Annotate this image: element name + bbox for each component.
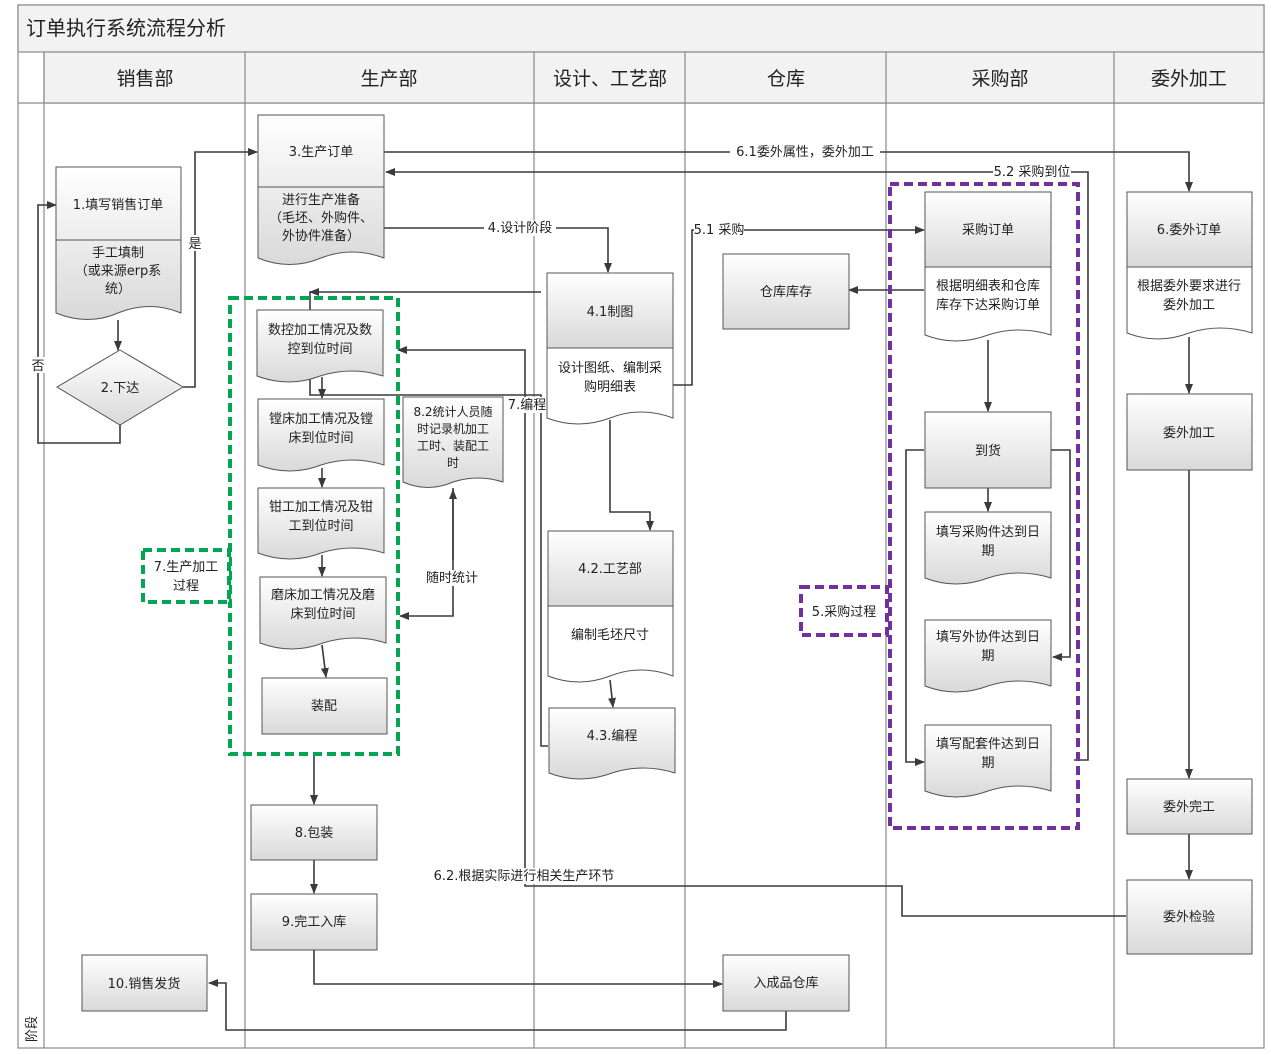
svg-text:工到位时间: 工到位时间 — [288, 519, 353, 534]
lane-purchasing: 采购部 — [971, 68, 1028, 90]
lane-production: 生产部 — [360, 68, 417, 90]
svg-text:装配: 装配 — [311, 699, 337, 714]
svg-text:设计图纸、编制采: 设计图纸、编制采 — [558, 361, 662, 376]
svg-text:期: 期 — [981, 756, 994, 771]
svg-text:（或来源erp系: （或来源erp系 — [75, 264, 162, 279]
svg-text:到货: 到货 — [975, 443, 1001, 459]
label-production-process: 7.生产加工 过程 — [141, 548, 231, 604]
lane-sales: 销售部 — [116, 68, 173, 90]
svg-text:镗床加工情况及镗: 镗床加工情况及镗 — [269, 412, 373, 427]
node-sales-shipping[interactable]: 10.销售发货 — [81, 954, 208, 1012]
lane-design: 设计、工艺部 — [553, 68, 667, 90]
node-finished-warehouse[interactable]: 入成品仓库 — [722, 954, 850, 1012]
svg-text:9.完工入库: 9.完工入库 — [282, 914, 346, 930]
svg-text:统）: 统） — [105, 282, 131, 297]
svg-text:1.填写销售订单: 1.填写销售订单 — [73, 197, 163, 213]
svg-text:编制毛坯尺寸: 编制毛坯尺寸 — [571, 628, 649, 643]
label-per-actual: 6.2.根据实际进行相关生产环节 — [434, 869, 615, 884]
node-fill-kit-date[interactable]: 填写配套件达到日 期 — [924, 724, 1052, 798]
svg-text:床到位时间: 床到位时间 — [290, 607, 355, 622]
label-purchase-arrived: 5.2 采购到位 — [994, 164, 1071, 180]
svg-text:填写配套件达到日: 填写配套件达到日 — [936, 736, 1040, 752]
node-drawing[interactable]: 4.1制图 设计图纸、编制采 购明细表 — [546, 272, 674, 425]
label-outsourcing: 6.1委外属性，委外加工 — [736, 145, 874, 160]
svg-text:4.2.工艺部: 4.2.工艺部 — [578, 562, 642, 577]
svg-text:填写外协件达到日: 填写外协件达到日 — [936, 630, 1040, 645]
node-fill-sales-order[interactable]: 1.填写销售订单 手工填制 （或来源erp系 统） — [55, 166, 182, 320]
svg-text:10.销售发货: 10.销售发货 — [108, 976, 181, 992]
node-outsourcing-complete[interactable]: 委外完工 — [1126, 778, 1253, 835]
lane-outsourcing: 委外加工 — [1151, 68, 1227, 90]
label-design-phase: 4.设计阶段 — [488, 221, 552, 236]
node-warehouse-stock[interactable]: 仓库库存 — [722, 253, 850, 330]
node-grinding[interactable]: 磨床加工情况及磨 床到位时间 — [259, 576, 387, 650]
svg-text:委外加工: 委外加工 — [1163, 298, 1215, 313]
node-packaging[interactable]: 8.包装 — [250, 804, 378, 861]
svg-text:填写采购件达到日: 填写采购件达到日 — [936, 524, 1040, 540]
node-outsourcing-inspection[interactable]: 委外检验 — [1126, 879, 1253, 955]
svg-text:手工填制: 手工填制 — [92, 246, 144, 261]
node-fitter[interactable]: 钳工加工情况及钳 工到位时间 — [257, 487, 385, 560]
svg-text:数控加工情况及数: 数控加工情况及数 — [268, 323, 372, 338]
swimlane-frame — [17, 4, 1265, 1049]
phase-label: 阶段 — [25, 1016, 40, 1042]
label-purchasing-process: 5.采购过程 — [799, 585, 889, 637]
node-fill-outsourced-date[interactable]: 填写外协件达到日 期 — [924, 619, 1052, 693]
svg-text:采购订单: 采购订单 — [962, 222, 1014, 238]
flowchart: 订单执行系统流程分析 阶段 销售部 生产部 设计、工艺部 仓库 采购部 委外加工 — [17, 4, 1265, 1049]
node-completed-storage[interactable]: 9.完工入库 — [250, 893, 378, 951]
svg-text:外协件准备）: 外协件准备） — [282, 228, 360, 244]
node-arrival[interactable]: 到货 — [924, 411, 1052, 489]
svg-text:磨床加工情况及磨: 磨床加工情况及磨 — [271, 588, 375, 603]
node-assembly[interactable]: 装配 — [261, 677, 388, 735]
lane-warehouse: 仓库 — [767, 68, 805, 90]
svg-text:委外检验: 委外检验 — [1163, 909, 1215, 925]
node-outsourced-processing[interactable]: 委外加工 — [1126, 393, 1253, 471]
svg-text:根据委外要求进行: 根据委外要求进行 — [1137, 279, 1241, 294]
svg-text:5.采购过程: 5.采购过程 — [812, 604, 876, 620]
svg-text:（毛坯、外购件、: （毛坯、外购件、 — [269, 210, 373, 226]
svg-text:期: 期 — [981, 649, 994, 664]
label-yes: 是 — [188, 237, 201, 252]
svg-text:6.委外订单: 6.委外订单 — [1157, 223, 1221, 238]
node-boring[interactable]: 镗床加工情况及镗 床到位时间 — [257, 398, 385, 472]
label-stats-anytime: 随时统计 — [426, 571, 478, 586]
svg-text:控到位时间: 控到位时间 — [287, 342, 352, 357]
node-process-dept[interactable]: 4.2.工艺部 编制毛坯尺寸 — [547, 530, 674, 683]
svg-text:床到位时间: 床到位时间 — [288, 431, 353, 446]
svg-text:3.生产订单: 3.生产订单 — [289, 145, 353, 160]
page-title: 订单执行系统流程分析 — [26, 16, 226, 40]
svg-text:4.1制图: 4.1制图 — [587, 305, 634, 320]
svg-text:库存下达采购订单: 库存下达采购订单 — [936, 297, 1040, 313]
svg-text:委外加工: 委外加工 — [1163, 426, 1215, 441]
svg-text:8.包装: 8.包装 — [295, 826, 333, 841]
svg-text:进行生产准备: 进行生产准备 — [282, 192, 360, 208]
svg-text:入成品仓库: 入成品仓库 — [753, 975, 818, 991]
svg-text:根据明细表和仓库: 根据明细表和仓库 — [936, 278, 1040, 294]
node-outsourcing-order[interactable]: 6.委外订单 根据委外要求进行 委外加工 — [1126, 191, 1253, 340]
svg-text:过程: 过程 — [173, 579, 199, 594]
node-purchase-order[interactable]: 采购订单 根据明细表和仓库 库存下达采购订单 — [924, 191, 1052, 342]
svg-text:7.生产加工: 7.生产加工 — [154, 560, 218, 575]
svg-text:4.3.编程: 4.3.编程 — [587, 729, 638, 744]
label-purchase: 5.1 采购 — [694, 222, 745, 238]
node-production-order[interactable]: 3.生产订单 进行生产准备 （毛坯、外购件、 外协件准备） — [257, 114, 385, 265]
svg-text:时记录机加工: 时记录机加工 — [417, 422, 489, 436]
svg-text:时: 时 — [447, 456, 459, 470]
svg-text:工时、装配工: 工时、装配工 — [417, 439, 489, 453]
svg-text:2.下达: 2.下达 — [101, 381, 139, 396]
svg-text:钳工加工情况及钳: 钳工加工情况及钳 — [269, 500, 373, 515]
node-stats[interactable]: 8.2统计人员随 时记录机加工 工时、装配工 时 — [402, 396, 504, 488]
node-fill-purchased-date[interactable]: 填写采购件达到日 期 — [924, 511, 1052, 585]
node-programming[interactable]: 4.3.编程 — [548, 707, 676, 780]
svg-text:8.2统计人员随: 8.2统计人员随 — [413, 404, 492, 419]
svg-text:仓库库存: 仓库库存 — [760, 284, 812, 300]
node-cnc[interactable]: 数控加工情况及数 控到位时间 — [256, 309, 384, 383]
svg-text:委外完工: 委外完工 — [1163, 800, 1215, 815]
label-no: 否 — [31, 359, 44, 374]
svg-text:期: 期 — [981, 544, 994, 559]
svg-text:购明细表: 购明细表 — [584, 379, 636, 395]
